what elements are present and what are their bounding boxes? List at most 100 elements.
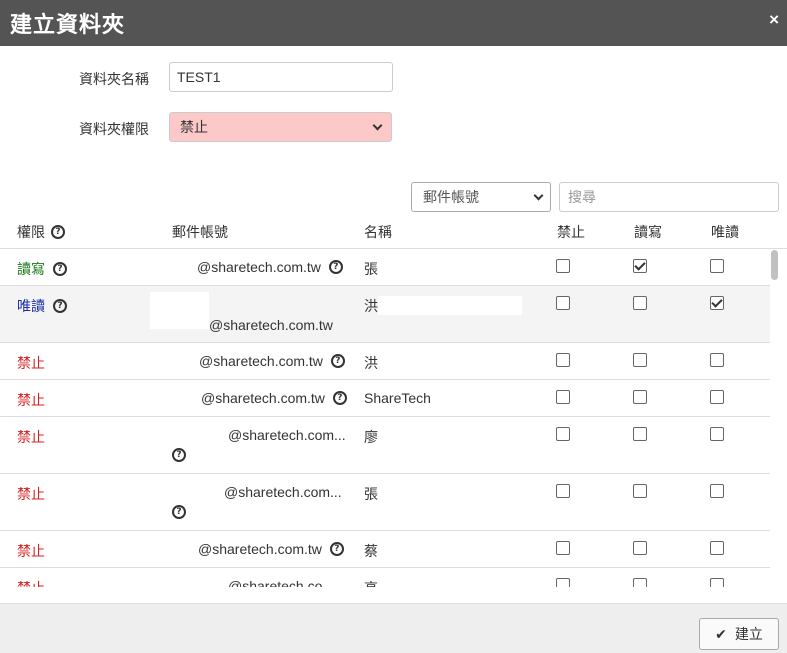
help-icon[interactable]: ? bbox=[172, 505, 186, 519]
help-icon[interactable]: ? bbox=[51, 225, 65, 239]
account-cell: @sharetech.co bbox=[228, 578, 322, 587]
create-button[interactable]: ✔ 建立 bbox=[699, 618, 779, 650]
read-write-checkbox[interactable] bbox=[633, 390, 647, 404]
account-label: @sharetech.com... bbox=[224, 484, 342, 500]
table-row: 禁止 @sharetech.com.tw ? 蔡 bbox=[0, 531, 770, 568]
search-input[interactable] bbox=[559, 182, 779, 212]
account-label: @sharetech.com.tw bbox=[198, 541, 322, 557]
table-header: 權限 ? 郵件帳號 名稱 禁止 讀寫 唯讀 bbox=[0, 212, 787, 249]
deny-checkbox[interactable] bbox=[556, 390, 570, 404]
deny-checkbox[interactable] bbox=[556, 296, 570, 310]
permission-label: 禁止 bbox=[17, 429, 45, 445]
read-write-checkbox[interactable] bbox=[633, 484, 647, 498]
permission-cell: 禁止 bbox=[17, 353, 45, 373]
read-only-checkbox[interactable] bbox=[710, 427, 724, 441]
table-row: 禁止 @sharetech.com.tw ? ShareTech bbox=[0, 380, 770, 417]
header-account-label: 郵件帳號 bbox=[172, 224, 228, 240]
folder-permission-select[interactable]: 禁止 bbox=[169, 112, 392, 142]
redacted-block bbox=[378, 296, 522, 315]
header-ro-label: 唯讀 bbox=[711, 224, 739, 240]
read-only-checkbox[interactable] bbox=[710, 541, 724, 555]
permission-label: 唯讀 bbox=[17, 298, 45, 314]
table-row: 唯讀 ? @sharetech.com.tw 洪 bbox=[0, 286, 770, 343]
help-icon[interactable]: ? bbox=[53, 262, 67, 276]
dialog-titlebar: 建立資料夾 × bbox=[0, 0, 787, 46]
deny-checkbox[interactable] bbox=[556, 259, 570, 273]
name-cell: 廖 bbox=[364, 429, 378, 445]
permission-cell: 禁止 bbox=[17, 578, 45, 587]
read-write-checkbox[interactable] bbox=[633, 296, 647, 310]
name-cell: 張 bbox=[364, 261, 378, 277]
permission-label: 讀寫 bbox=[17, 261, 45, 277]
name-cell: 洪 bbox=[364, 298, 378, 314]
account-cell: @sharetech.com... bbox=[224, 484, 342, 500]
deny-checkbox[interactable] bbox=[556, 541, 570, 555]
permission-label: 禁止 bbox=[17, 392, 45, 408]
read-only-checkbox[interactable] bbox=[710, 578, 724, 587]
dialog-footer: ✔ 建立 bbox=[0, 603, 787, 653]
deny-checkbox[interactable] bbox=[556, 353, 570, 367]
read-only-checkbox[interactable] bbox=[710, 259, 724, 273]
check-icon: ✔ bbox=[715, 625, 727, 642]
header-name[interactable]: 名稱 bbox=[364, 222, 392, 242]
read-write-checkbox[interactable] bbox=[633, 541, 647, 555]
permission-cell: 唯讀 ? bbox=[17, 296, 67, 316]
permission-cell: 禁止 bbox=[17, 541, 45, 561]
account-label: @sharetech.co bbox=[228, 578, 323, 587]
header-permission: 權限 ? bbox=[17, 222, 65, 242]
scrollbar-thumb[interactable] bbox=[771, 250, 778, 280]
header-deny-label: 禁止 bbox=[557, 224, 585, 240]
permission-cell: 讀寫 ? bbox=[17, 259, 67, 279]
read-write-checkbox[interactable] bbox=[633, 259, 647, 273]
dialog-title: 建立資料夾 bbox=[10, 12, 126, 37]
read-write-checkbox[interactable] bbox=[633, 578, 647, 587]
header-account[interactable]: 郵件帳號 bbox=[172, 222, 228, 242]
table-row: 禁止 @sharetech.com... ? 廖 bbox=[0, 417, 770, 474]
account-label: @sharetech.com.tw bbox=[209, 317, 333, 333]
help-icon[interactable]: ? bbox=[328, 260, 343, 274]
search-field-select[interactable]: 郵件帳號 bbox=[411, 182, 551, 212]
account-label: @sharetech.com.tw bbox=[199, 353, 323, 369]
read-only-checkbox[interactable] bbox=[710, 353, 724, 367]
help-icon[interactable]: ? bbox=[172, 448, 186, 462]
name-cell: 張 bbox=[364, 486, 378, 502]
header-read-only: 唯讀 bbox=[711, 222, 739, 242]
account-cell: @sharetech.com.tw ? bbox=[199, 353, 345, 369]
read-only-checkbox[interactable] bbox=[710, 390, 724, 404]
account-cell: @sharetech.com.tw ? bbox=[197, 259, 343, 275]
account-cell: @sharetech.com.tw ? bbox=[198, 541, 344, 557]
account-label: @sharetech.com... bbox=[228, 427, 346, 443]
header-deny: 禁止 bbox=[557, 222, 585, 242]
account-label: @sharetech.com.tw bbox=[197, 259, 321, 275]
deny-checkbox[interactable] bbox=[556, 427, 570, 441]
deny-checkbox[interactable] bbox=[556, 578, 570, 587]
chevron-down-icon bbox=[533, 190, 544, 200]
permission-cell: 禁止 bbox=[17, 427, 45, 447]
folder-permission-value: 禁止 bbox=[180, 119, 208, 135]
help-icon[interactable]: ? bbox=[329, 542, 344, 556]
read-write-checkbox[interactable] bbox=[633, 353, 647, 367]
folder-name-label: 資料夾名稱 bbox=[79, 71, 149, 87]
table-row: 禁止 @sharetech.com.tw ? 洪 bbox=[0, 343, 770, 380]
help-icon[interactable]: ? bbox=[332, 391, 347, 405]
read-write-checkbox[interactable] bbox=[633, 427, 647, 441]
header-permission-label: 權限 bbox=[17, 224, 45, 240]
help-icon[interactable]: ? bbox=[53, 299, 67, 313]
close-icon[interactable]: × bbox=[769, 10, 779, 30]
table-row: 禁止 @sharetech.co 高 bbox=[0, 568, 770, 587]
read-only-checkbox[interactable] bbox=[710, 484, 724, 498]
read-only-checkbox[interactable] bbox=[710, 296, 724, 310]
table-row: 禁止 @sharetech.com... ? 張 bbox=[0, 474, 770, 531]
folder-name-input[interactable] bbox=[169, 62, 393, 92]
name-cell: 高 bbox=[364, 578, 378, 587]
permission-table-body[interactable]: 讀寫 ? @sharetech.com.tw ? 張 唯讀 ? @sharete… bbox=[0, 249, 787, 587]
help-icon[interactable]: ? bbox=[330, 354, 345, 368]
search-field-value: 郵件帳號 bbox=[423, 189, 479, 205]
chevron-down-icon bbox=[372, 120, 383, 130]
create-button-label: 建立 bbox=[734, 626, 763, 642]
permission-label: 禁止 bbox=[17, 578, 45, 587]
table-row: 讀寫 ? @sharetech.com.tw ? 張 bbox=[0, 249, 770, 286]
redacted-block bbox=[150, 292, 209, 329]
header-name-label: 名稱 bbox=[364, 224, 392, 240]
deny-checkbox[interactable] bbox=[556, 484, 570, 498]
